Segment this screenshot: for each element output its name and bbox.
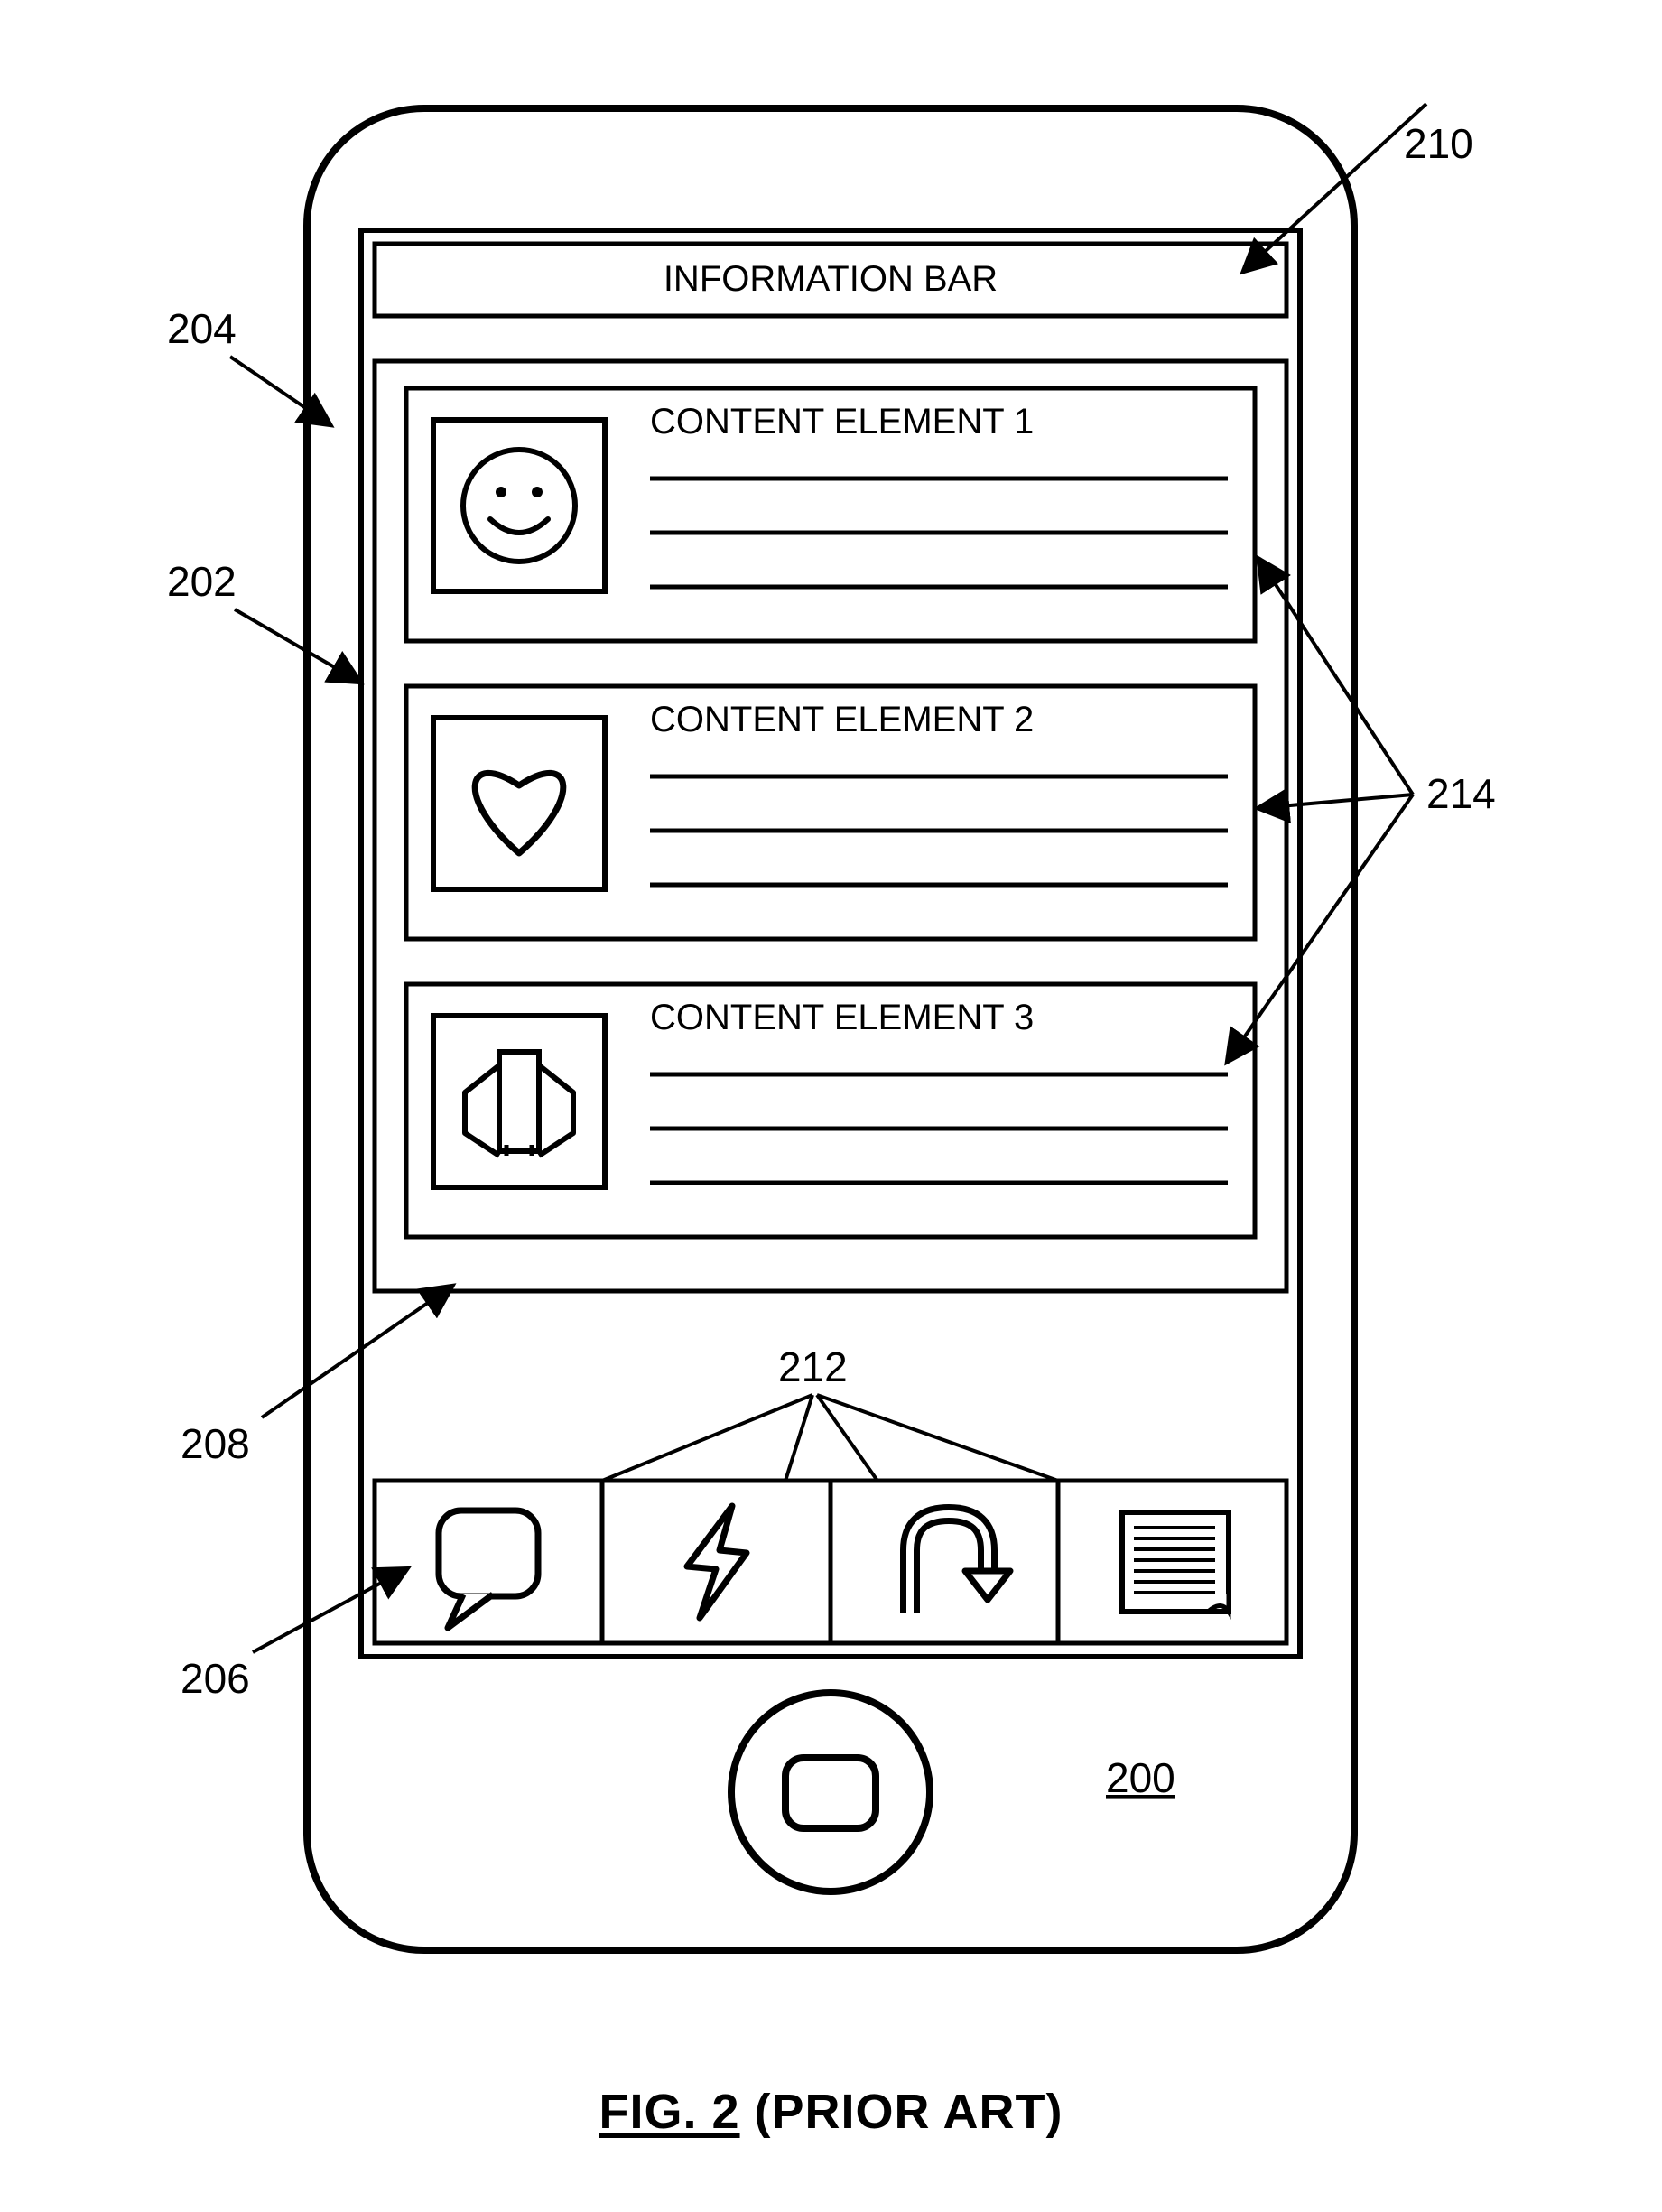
avatar-box-2 xyxy=(433,718,605,889)
content-container: CONTENT ELEMENT 1 CONTENT ELEMENT 2 xyxy=(375,361,1286,1291)
content-element-3[interactable]: CONTENT ELEMENT 3 xyxy=(406,984,1255,1237)
content-element-2[interactable]: CONTENT ELEMENT 2 xyxy=(406,686,1255,939)
nav-item-document[interactable] xyxy=(1122,1512,1229,1612)
svg-text:200: 200 xyxy=(1106,1754,1175,1801)
content-element-1[interactable]: CONTENT ELEMENT 1 xyxy=(406,388,1255,641)
content-element-3-title: CONTENT ELEMENT 3 xyxy=(650,998,1034,1037)
svg-text:208: 208 xyxy=(181,1420,250,1467)
svg-text:206: 206 xyxy=(181,1655,250,1702)
figure-suffix: (PRIOR ART) xyxy=(740,2085,1063,2139)
figure-caption: FIG. 2 (PRIOR ART) xyxy=(0,2084,1662,2140)
home-button[interactable] xyxy=(731,1693,930,1891)
svg-text:210: 210 xyxy=(1404,120,1473,167)
document-icon xyxy=(1122,1512,1229,1612)
svg-text:204: 204 xyxy=(167,305,237,352)
patent-figure: INFORMATION BAR CONTENT ELEMENT 1 xyxy=(0,0,1662,2212)
information-bar: INFORMATION BAR xyxy=(375,244,1286,316)
svg-text:212: 212 xyxy=(778,1343,848,1390)
navigation-bar xyxy=(375,1481,1286,1643)
content-element-1-title: CONTENT ELEMENT 1 xyxy=(650,402,1034,441)
svg-text:214: 214 xyxy=(1426,770,1496,817)
avatar-box-3 xyxy=(433,1016,605,1187)
svg-text:202: 202 xyxy=(167,558,237,605)
figure-number: FIG. 2 xyxy=(599,2085,740,2139)
home-button-glyph-icon xyxy=(785,1758,876,1828)
avatar-box-1 xyxy=(433,420,605,591)
ref-200: 200 xyxy=(1106,1754,1175,1801)
content-element-2-title: CONTENT ELEMENT 2 xyxy=(650,700,1034,739)
information-bar-title: INFORMATION BAR xyxy=(664,259,998,299)
